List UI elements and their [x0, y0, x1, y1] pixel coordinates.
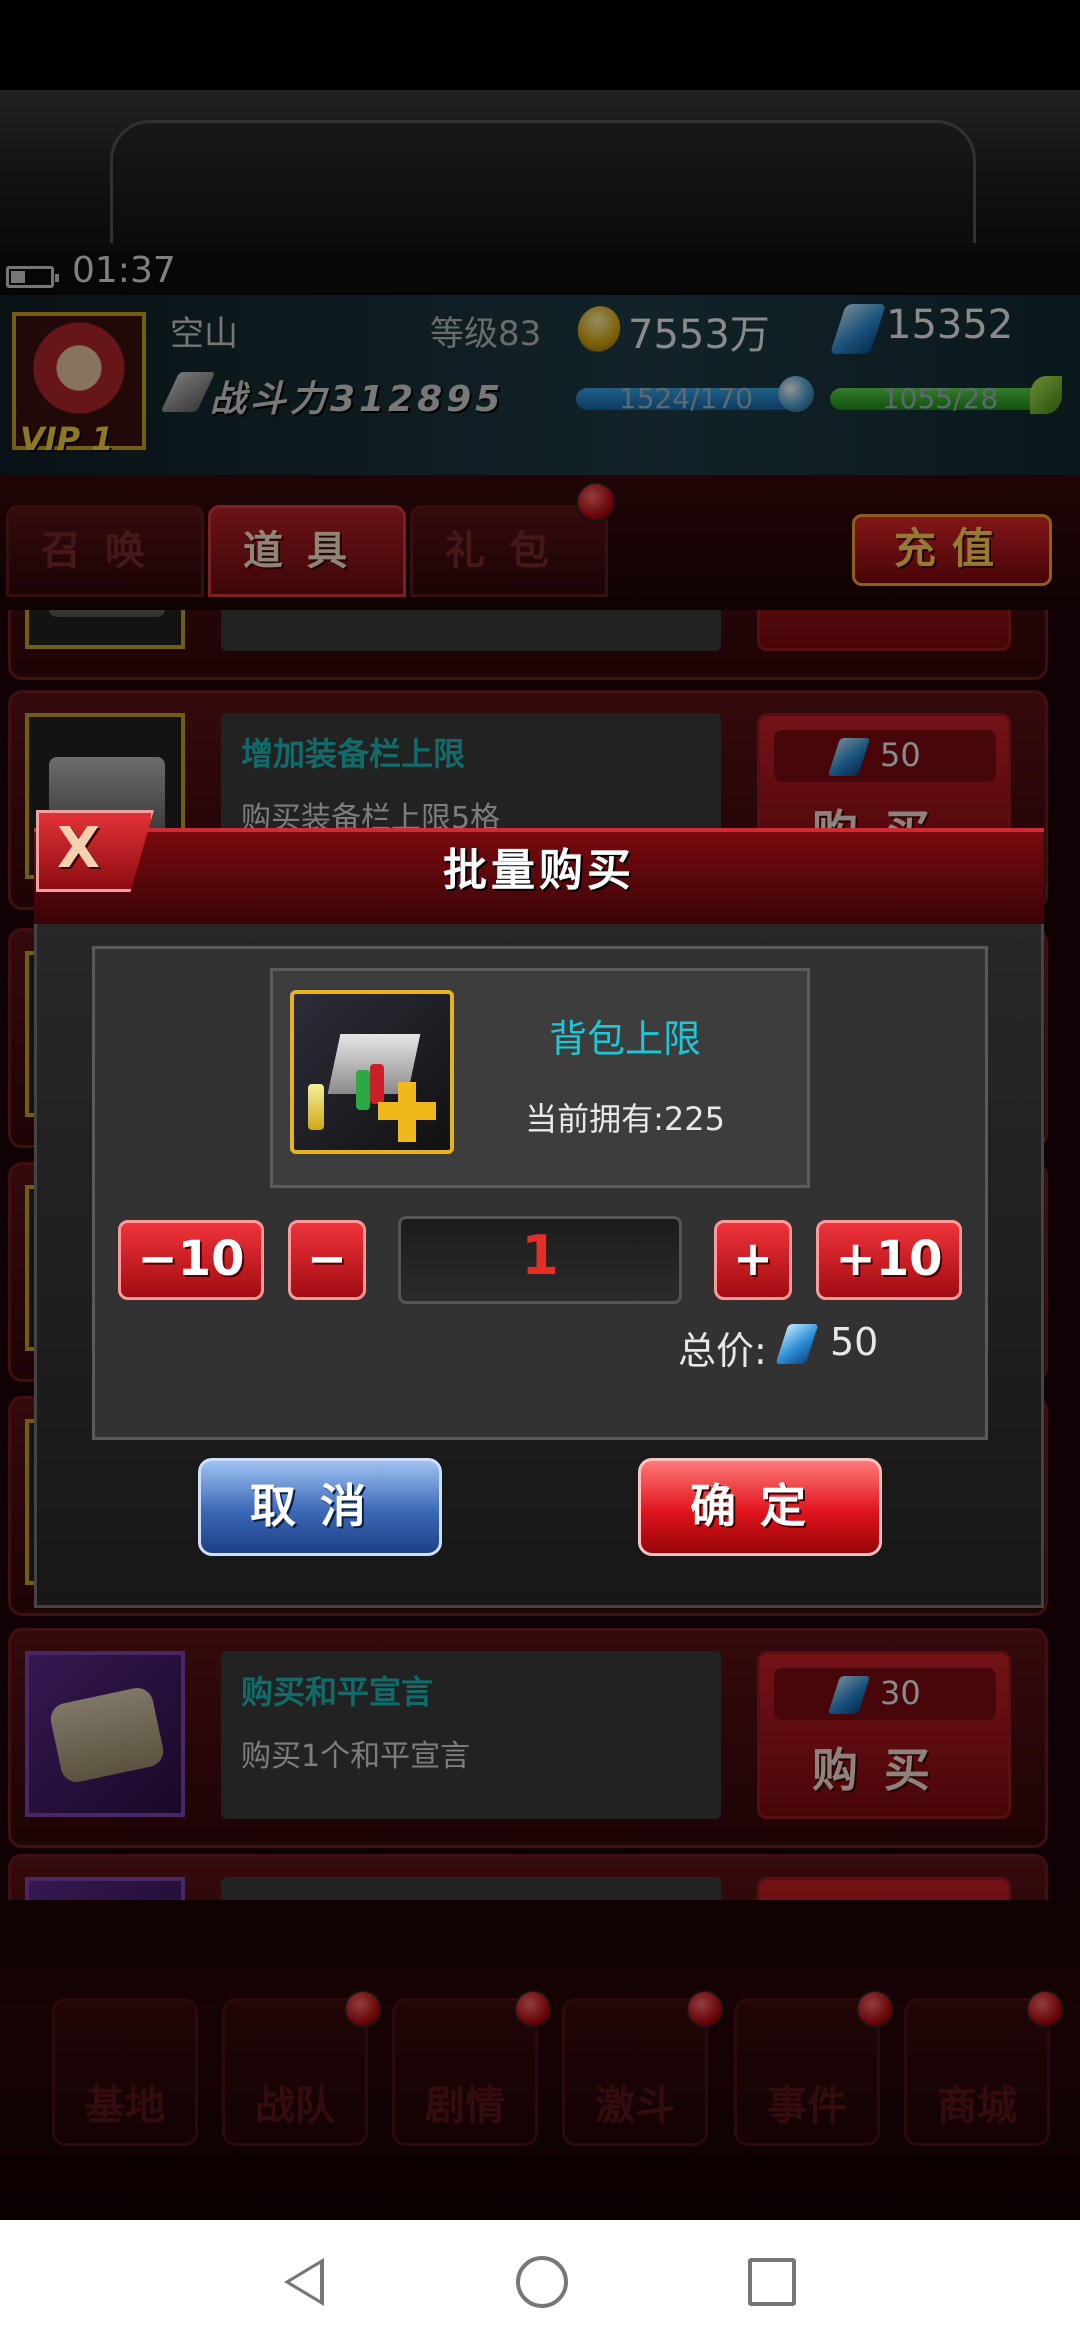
back-icon[interactable] — [284, 2258, 324, 2306]
dialog-title: 批量购买 — [443, 845, 635, 896]
total-price-label: 总价: — [678, 1329, 767, 1373]
home-icon[interactable] — [516, 2256, 568, 2308]
owned-count: 当前拥有:225 — [525, 1100, 725, 1138]
minus-10-button[interactable]: −10 — [118, 1220, 264, 1300]
backpack-expand-icon — [290, 990, 454, 1154]
confirm-button[interactable]: 确定 — [638, 1458, 882, 1556]
item-name: 背包上限 — [548, 1017, 701, 1061]
plus-10-button[interactable]: +10 — [816, 1220, 962, 1300]
recent-apps-icon[interactable] — [748, 2258, 796, 2306]
plus-button[interactable]: + — [714, 1220, 792, 1300]
minus-button[interactable]: − — [288, 1220, 366, 1300]
total-price-value: 50 — [830, 1320, 879, 1364]
cancel-button[interactable]: 取消 — [198, 1458, 442, 1556]
quantity-field[interactable]: 1 — [398, 1216, 682, 1304]
